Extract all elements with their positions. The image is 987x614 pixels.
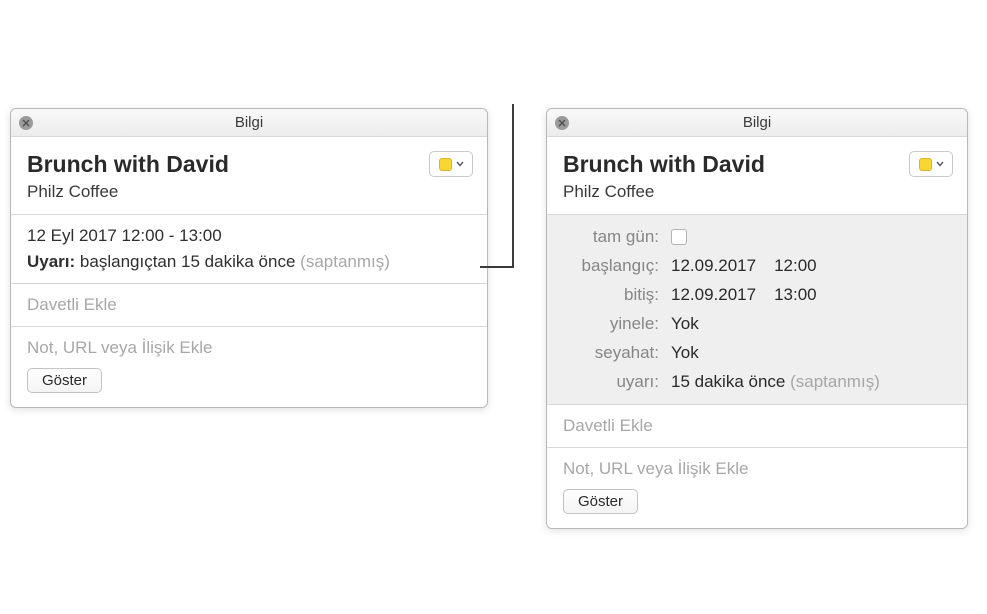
add-notes-placeholder[interactable]: Not, URL veya İlişik Ekle	[563, 459, 951, 479]
event-title[interactable]: Brunch with David	[27, 151, 471, 178]
event-details-grid: tam gün: başlangıç: 12.09.2017 12:00 biti…	[547, 215, 967, 405]
alert-summary[interactable]: Uyarı: başlangıçtan 15 dakika önce (sapt…	[27, 252, 471, 272]
invitees-section[interactable]: Davetli Ekle	[547, 405, 967, 448]
travel-row: seyahat: Yok	[563, 343, 951, 363]
alert-text: 15 dakika önce	[671, 372, 785, 391]
notes-section: Not, URL veya İlişik Ekle Göster	[11, 327, 487, 407]
window-title: Bilgi	[743, 114, 771, 131]
alert-default-note: (saptanmış)	[300, 252, 390, 271]
travel-value[interactable]: Yok	[671, 343, 699, 363]
alert-value[interactable]: 15 dakika önce (saptanmış)	[671, 372, 880, 392]
alert-default-note: (saptanmış)	[790, 372, 880, 391]
allday-label: tam gün:	[563, 227, 671, 247]
event-header: Brunch with David Philz Coffee	[11, 137, 487, 215]
datetime-summary[interactable]: 12 Eyl 2017 12:00 - 13:00	[27, 226, 471, 246]
calendar-color-swatch	[439, 158, 452, 171]
show-button[interactable]: Göster	[563, 489, 638, 514]
window-title: Bilgi	[235, 114, 263, 131]
close-button[interactable]	[555, 116, 569, 130]
end-time[interactable]: 13:00	[774, 285, 817, 304]
repeat-value[interactable]: Yok	[671, 314, 699, 334]
calendar-color-picker[interactable]	[909, 151, 953, 177]
add-invitees-placeholder[interactable]: Davetli Ekle	[563, 416, 951, 436]
event-title[interactable]: Brunch with David	[563, 151, 951, 178]
event-location[interactable]: Philz Coffee	[563, 182, 951, 202]
calendar-color-swatch	[919, 158, 932, 171]
end-row: bitiş: 12.09.2017 13:00	[563, 285, 951, 305]
calendar-color-picker[interactable]	[429, 151, 473, 177]
alert-label: Uyarı:	[27, 252, 75, 271]
start-date[interactable]: 12.09.2017	[671, 256, 756, 275]
notes-section: Not, URL veya İlişik Ekle Göster	[547, 448, 967, 528]
repeat-label: yinele:	[563, 314, 671, 334]
event-info-window-collapsed: Bilgi Brunch with David Philz Coffee 12 …	[10, 108, 488, 408]
chevron-down-icon	[456, 161, 464, 167]
add-notes-placeholder[interactable]: Not, URL veya İlişik Ekle	[27, 338, 471, 358]
titlebar: Bilgi	[11, 109, 487, 137]
end-date[interactable]: 12.09.2017	[671, 285, 756, 304]
event-location[interactable]: Philz Coffee	[27, 182, 471, 202]
end-value[interactable]: 12.09.2017 13:00	[671, 285, 817, 305]
add-invitees-placeholder[interactable]: Davetli Ekle	[27, 295, 471, 315]
travel-label: seyahat:	[563, 343, 671, 363]
start-row: başlangıç: 12.09.2017 12:00	[563, 256, 951, 276]
event-info-window-expanded: Bilgi Brunch with David Philz Coffee tam…	[546, 108, 968, 529]
alert-value: başlangıçtan 15 dakika önce	[80, 252, 296, 271]
callout-line-vertical	[512, 104, 514, 268]
close-icon	[22, 119, 30, 127]
event-header: Brunch with David Philz Coffee	[547, 137, 967, 215]
alert-row: uyarı: 15 dakika önce (saptanmış)	[563, 372, 951, 392]
chevron-down-icon	[936, 161, 944, 167]
start-label: başlangıç:	[563, 256, 671, 276]
allday-row: tam gün:	[563, 227, 951, 247]
alert-label: uyarı:	[563, 372, 671, 392]
close-button[interactable]	[19, 116, 33, 130]
end-label: bitiş:	[563, 285, 671, 305]
show-button[interactable]: Göster	[27, 368, 102, 393]
invitees-section[interactable]: Davetli Ekle	[11, 284, 487, 327]
allday-checkbox[interactable]	[671, 229, 687, 245]
repeat-row: yinele: Yok	[563, 314, 951, 334]
start-value[interactable]: 12.09.2017 12:00	[671, 256, 817, 276]
datetime-alert-section[interactable]: 12 Eyl 2017 12:00 - 13:00 Uyarı: başlang…	[11, 215, 487, 284]
close-icon	[558, 119, 566, 127]
titlebar: Bilgi	[547, 109, 967, 137]
start-time[interactable]: 12:00	[774, 256, 817, 275]
